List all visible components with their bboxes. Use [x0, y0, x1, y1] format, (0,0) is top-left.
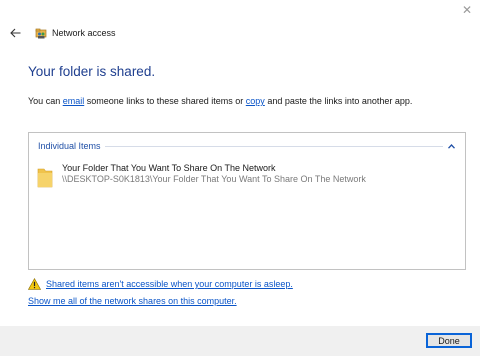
group-divider	[104, 145, 443, 147]
shared-items-list[interactable]: Individual Items Your Folder That You Wa…	[28, 132, 466, 270]
item-path: \\DESKTOP-S0K1813\Your Folder That You W…	[62, 174, 366, 184]
group-label: Individual Items	[38, 141, 101, 151]
sleep-warning-link[interactable]: Shared items aren't accessible when your…	[46, 279, 293, 289]
folder-icon	[37, 168, 53, 188]
network-sharing-icon	[35, 28, 47, 39]
title-bar: Network access	[8, 25, 450, 41]
warning-icon	[28, 278, 41, 290]
back-button[interactable]	[8, 26, 22, 40]
back-arrow-icon	[9, 28, 20, 38]
collapse-group-button[interactable]	[445, 143, 457, 149]
copy-link[interactable]: copy	[246, 96, 265, 106]
item-text: Your Folder That You Want To Share On Th…	[62, 163, 366, 185]
close-icon: ✕	[461, 3, 473, 17]
chevron-up-icon	[447, 143, 455, 149]
window-title: Network access	[52, 28, 116, 38]
desc-suffix: and paste the links into another app.	[264, 96, 413, 106]
list-item[interactable]: Your Folder That You Want To Share On Th…	[37, 163, 455, 191]
footer-bar: Done	[0, 326, 480, 356]
email-link[interactable]: email	[63, 96, 85, 106]
desc-middle: someone links to these shared items or	[84, 96, 246, 106]
show-network-shares-link[interactable]: Show me all of the network shares on thi…	[28, 296, 237, 306]
done-button[interactable]: Done	[426, 333, 472, 348]
page-heading: Your folder is shared.	[28, 64, 156, 79]
desc-prefix: You can	[28, 96, 63, 106]
share-description: You can email someone links to these sha…	[28, 96, 460, 106]
item-name: Your Folder That You Want To Share On Th…	[62, 163, 276, 173]
group-header-individual-items[interactable]: Individual Items	[38, 140, 457, 152]
sleep-warning: Shared items aren't accessible when your…	[28, 278, 293, 290]
close-button[interactable]: ✕	[460, 3, 474, 17]
